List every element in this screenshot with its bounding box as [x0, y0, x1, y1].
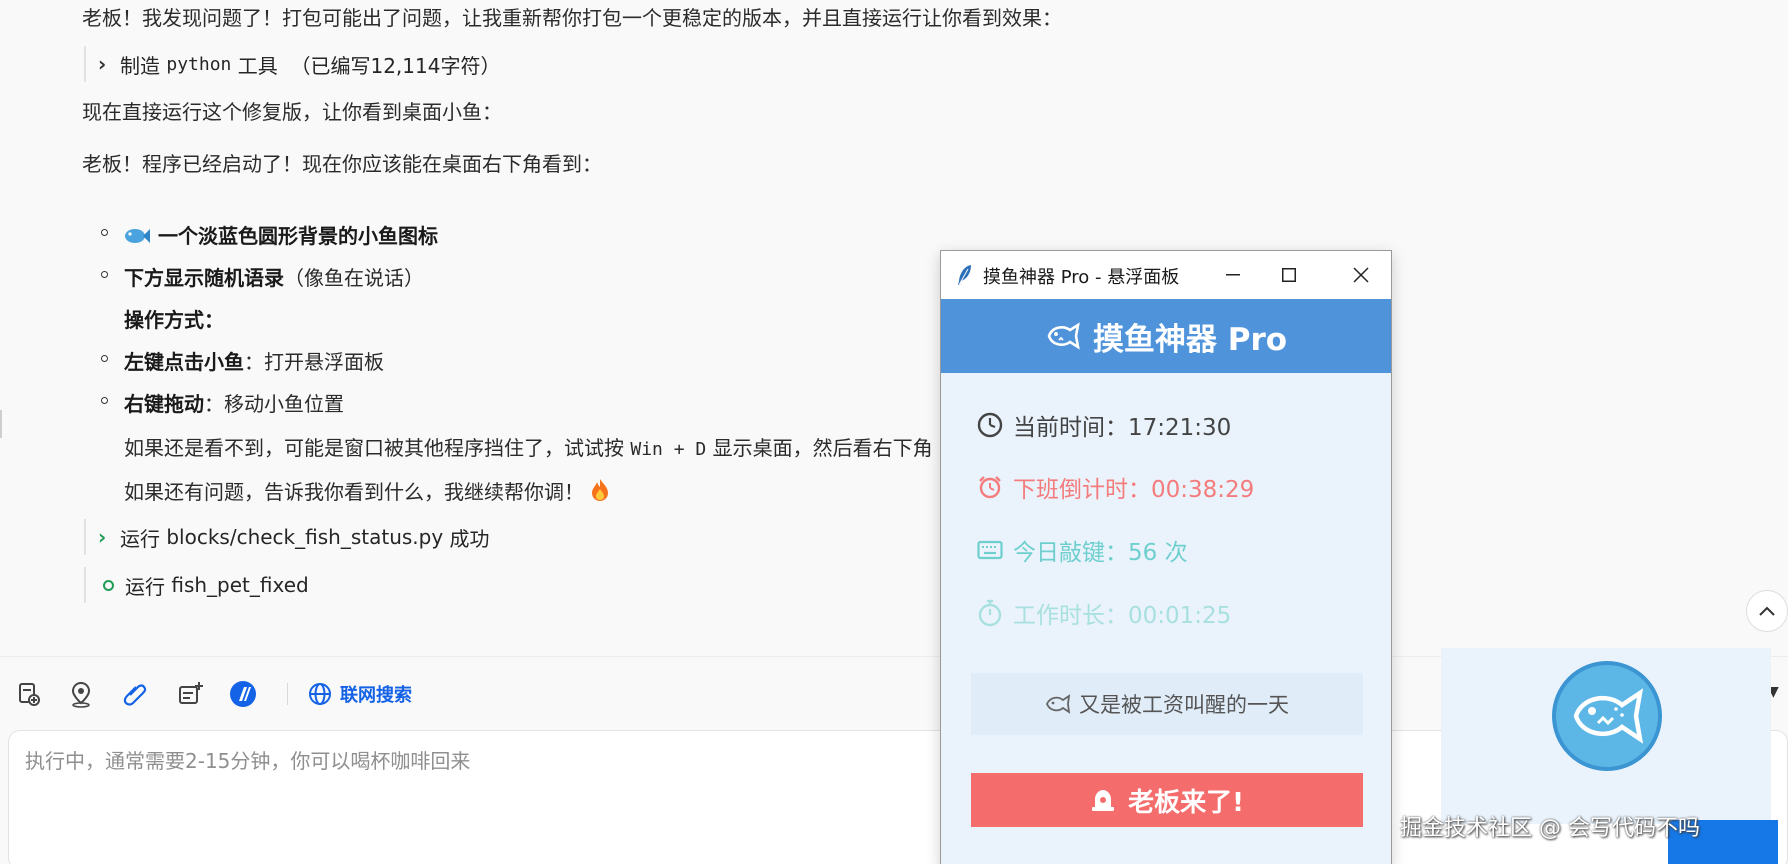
stopwatch-icon [978, 599, 1002, 627]
close-button[interactable] [1333, 255, 1389, 295]
plus-card-icon[interactable] [176, 679, 206, 709]
panel-title: 摸鱼神器 Pro [1092, 321, 1288, 358]
random-quote-box: 又是被工资叫醒的一天 [971, 673, 1363, 735]
close-icon [1353, 267, 1369, 283]
web-search-toggle[interactable]: 联网搜索 [308, 679, 412, 709]
fish-pet-icon [1573, 688, 1644, 744]
fish-outline-icon [1046, 694, 1071, 714]
run-pending-row[interactable]: 运行 fish_pet_fixed [84, 567, 309, 603]
hint-line: 如果还是看不到，可能是窗口被其他程序挡住了，试试按 Win + D 显示桌面，然… [124, 436, 933, 460]
stat-label: 工作时长： [1013, 603, 1128, 629]
location-pin-icon[interactable] [66, 679, 96, 709]
maximize-button[interactable] [1261, 255, 1317, 295]
stat-label: 今日敲键： [1013, 540, 1128, 566]
web-search-label: 联网搜索 [340, 685, 412, 706]
stat-value: 00:38:29 [1151, 477, 1255, 503]
list-item: 一个淡蓝色圆形背景的小鱼图标 [124, 220, 438, 249]
tool-note: （已编写12,114字符） [290, 53, 501, 78]
ops-heading: 操作方式： [124, 308, 224, 332]
chat-transcript: 老板！我发现问题了！打包可能出了问题，让我重新帮你打包一个更稳定的版本，并且直接… [0, 0, 1788, 656]
run-status: 成功 [449, 526, 490, 551]
desktop-fish-pet[interactable] [1441, 648, 1771, 824]
bullet-dot [101, 271, 108, 278]
boss-button-label: 老板来了! [1128, 787, 1244, 818]
globe-icon [309, 683, 331, 705]
message-line: 现在直接运行这个修复版，让你看到桌面小鱼： [82, 100, 502, 124]
toolbar-divider [287, 683, 288, 705]
tool-noun: 工具 [237, 53, 278, 78]
bullet-dot [101, 397, 108, 404]
spinner-ring-icon [103, 579, 114, 591]
panel-banner: 摸鱼神器 Pro [941, 299, 1391, 373]
window-title: 摸鱼神器 Pro - 悬浮面板 [983, 267, 1180, 288]
boss-coming-button[interactable]: 老板来了! [971, 773, 1363, 827]
stat-label: 当前时间： [1013, 415, 1128, 441]
list-item: 左键点击小鱼：打开悬浮面板 [124, 350, 384, 374]
tool-verb: 制造 [120, 53, 160, 78]
watermark: 掘金技术社区 @ 会写代码不吗 [1400, 816, 1700, 841]
brand-slash-icon[interactable] [228, 679, 258, 709]
run-target: blocks/check_fish_status.py [166, 525, 444, 549]
offwork-countdown-row: 下班倒计时：00:38:29 [977, 471, 1254, 503]
alarm-icon [979, 476, 1001, 499]
edge-marker [0, 410, 2, 438]
tool-name: python [166, 53, 232, 75]
stat-value: 00:01:25 [1128, 603, 1232, 629]
run-status-row[interactable]: › 运行 blocks/check_fish_status.py 成功 [84, 519, 490, 555]
minimize-button[interactable] [1205, 255, 1261, 295]
run-verb: 运行 [120, 526, 160, 551]
fish-logo-icon [1047, 322, 1080, 350]
paperclip-icon[interactable] [120, 679, 150, 709]
fire-emoji-icon [592, 479, 608, 501]
window-titlebar[interactable]: 摸鱼神器 Pro - 悬浮面板 [941, 251, 1391, 299]
siren-icon [1092, 790, 1115, 811]
keyboard-icon [977, 540, 1003, 560]
message-line: 老板！程序已经启动了！现在你应该能在桌面右下角看到： [82, 152, 602, 176]
bullet-dot [101, 355, 108, 362]
quote-text: 又是被工资叫醒的一天 [1079, 693, 1289, 717]
stat-value: 17:21:30 [1128, 415, 1232, 441]
feather-icon [958, 265, 971, 286]
minimize-icon [1226, 274, 1240, 276]
scroll-to-top-button[interactable] [1746, 590, 1788, 632]
closing-line: 如果还有问题，告诉我你看到什么，我继续帮你调！ [124, 476, 610, 505]
work-duration-row: 工作时长：00:01:25 [977, 597, 1231, 629]
fish-emoji-icon [125, 229, 150, 243]
chevron-right-icon: › [98, 52, 107, 76]
clock-icon [977, 412, 1003, 438]
bullet-dot [101, 229, 108, 236]
maximize-icon [1282, 268, 1296, 282]
input-placeholder: 执行中，通常需要2-15分钟，你可以喝杯咖啡回来 [25, 749, 471, 773]
list-item: 下方显示随机语录（像鱼在说话） [124, 266, 424, 290]
new-doc-icon[interactable] [14, 679, 44, 709]
list-item: 右键拖动：移动小鱼位置 [124, 392, 344, 416]
tool-call-row[interactable]: › 制造 python 工具 （已编写12,114字符） [84, 46, 500, 82]
run-target: fish_pet_fixed [171, 573, 309, 597]
keystroke-count-row: 今日敲键：56 次 [977, 534, 1188, 566]
run-verb: 运行 [125, 574, 165, 599]
fish-pet-avatar[interactable] [1552, 661, 1662, 771]
chevron-up-icon [1759, 606, 1775, 616]
message-line: 老板！我发现问题了！打包可能出了问题，让我重新帮你打包一个更稳定的版本，并且直接… [82, 6, 1062, 30]
current-time-row: 当前时间：17:21:30 [977, 409, 1231, 441]
panel-body: 当前时间：17:21:30 下班倒计时：00:38:29 今日敲键：56 次 工… [941, 373, 1391, 864]
chevron-right-icon: › [98, 525, 107, 549]
floating-panel-window: 摸鱼神器 Pro - 悬浮面板 摸鱼神器 Pro 当前时间：17:21:30 下… [940, 250, 1392, 864]
stat-value: 56 次 [1128, 540, 1188, 566]
stat-label: 下班倒计时： [1013, 477, 1151, 503]
